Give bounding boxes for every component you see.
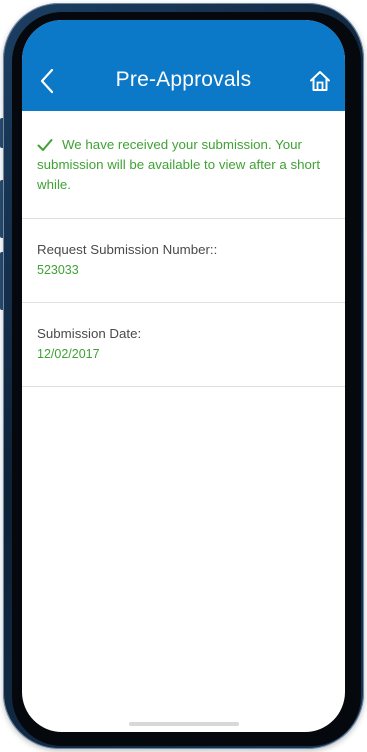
submission-date-section: Submission Date: 12/02/2017 — [22, 303, 345, 387]
submission-content: We have received your submission. Your s… — [22, 111, 345, 387]
home-indicator — [128, 722, 239, 726]
submission-number-section: Request Submission Number:: 523033 — [22, 219, 345, 303]
app-screen: Pre-Approvals We have received your subm… — [22, 20, 345, 732]
page-title: Pre-Approvals — [115, 68, 252, 91]
app-header: Pre-Approvals — [22, 20, 345, 111]
confirmation-message: We have received your submission. Your s… — [37, 137, 321, 192]
submission-number-value: 523033 — [37, 263, 79, 277]
submission-number-label: Request Submission Number:: — [37, 242, 218, 257]
confirmation-message-row: We have received your submission. Your s… — [37, 135, 331, 195]
confirmation-section: We have received your submission. Your s… — [22, 111, 345, 219]
chevron-left-icon — [40, 68, 54, 94]
phone-mockup: Pre-Approvals We have received your subm… — [0, 0, 367, 752]
submission-date-label: Submission Date: — [37, 326, 142, 341]
back-button[interactable] — [32, 64, 62, 98]
submission-date-value: 12/02/2017 — [37, 347, 100, 361]
checkmark-icon — [37, 139, 53, 151]
home-icon — [310, 71, 330, 91]
home-button[interactable] — [305, 66, 335, 96]
